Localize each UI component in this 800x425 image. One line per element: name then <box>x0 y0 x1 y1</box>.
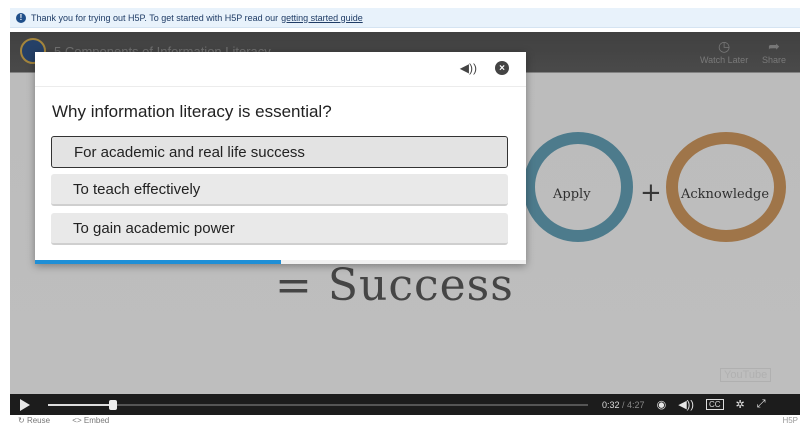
h5p-footer: ↻ Reuse <> Embed <box>18 416 119 425</box>
embed-button[interactable]: <> Embed <box>72 416 109 425</box>
answer-option-1[interactable]: For academic and real life success <box>51 136 508 168</box>
fullscreen-icon[interactable]: ⤢ <box>757 398 766 411</box>
h5p-notice-bar: ! Thank you for trying out H5P. To get s… <box>10 8 800 28</box>
gear-icon[interactable]: ✲ <box>736 398 745 411</box>
time-display: 0:32 / 4:27 <box>602 400 645 410</box>
getting-started-link[interactable]: getting started guide <box>281 13 363 23</box>
info-icon: ! <box>16 12 26 23</box>
seek-handle[interactable] <box>108 399 117 410</box>
h5p-logo[interactable]: H5P <box>782 416 798 425</box>
notice-text: Thank you for trying out H5P. To get sta… <box>31 12 279 23</box>
quiz-progress-fill <box>35 260 281 264</box>
speaker-icon[interactable]: ◀)) <box>460 61 477 75</box>
dialog-header: ◀)) × <box>35 52 526 87</box>
play-icon[interactable] <box>20 398 30 411</box>
question-text: Why information literacy is essential? <box>52 102 332 121</box>
current-time: 0:32 <box>602 399 620 410</box>
quiz-progress-bar <box>35 260 526 264</box>
captions-button[interactable]: CC <box>705 399 724 410</box>
seek-progress <box>48 403 113 406</box>
answer-option-2[interactable]: To teach effectively <box>51 174 508 206</box>
speed-icon[interactable]: ◉ <box>657 398 667 411</box>
close-icon[interactable]: × <box>495 61 509 75</box>
control-bar: 0:32 / 4:27 ◉ ◀)) CC ✲ ⤢ <box>10 394 800 415</box>
seek-bar[interactable] <box>48 399 588 410</box>
quiz-dialog: ◀)) × Why information literacy is essent… <box>35 52 526 264</box>
volume-icon[interactable]: ◀)) <box>678 398 694 411</box>
answer-option-3[interactable]: To gain academic power <box>51 213 508 245</box>
duration: / 4:27 <box>622 399 645 410</box>
reuse-button[interactable]: ↻ Reuse <box>18 416 60 425</box>
